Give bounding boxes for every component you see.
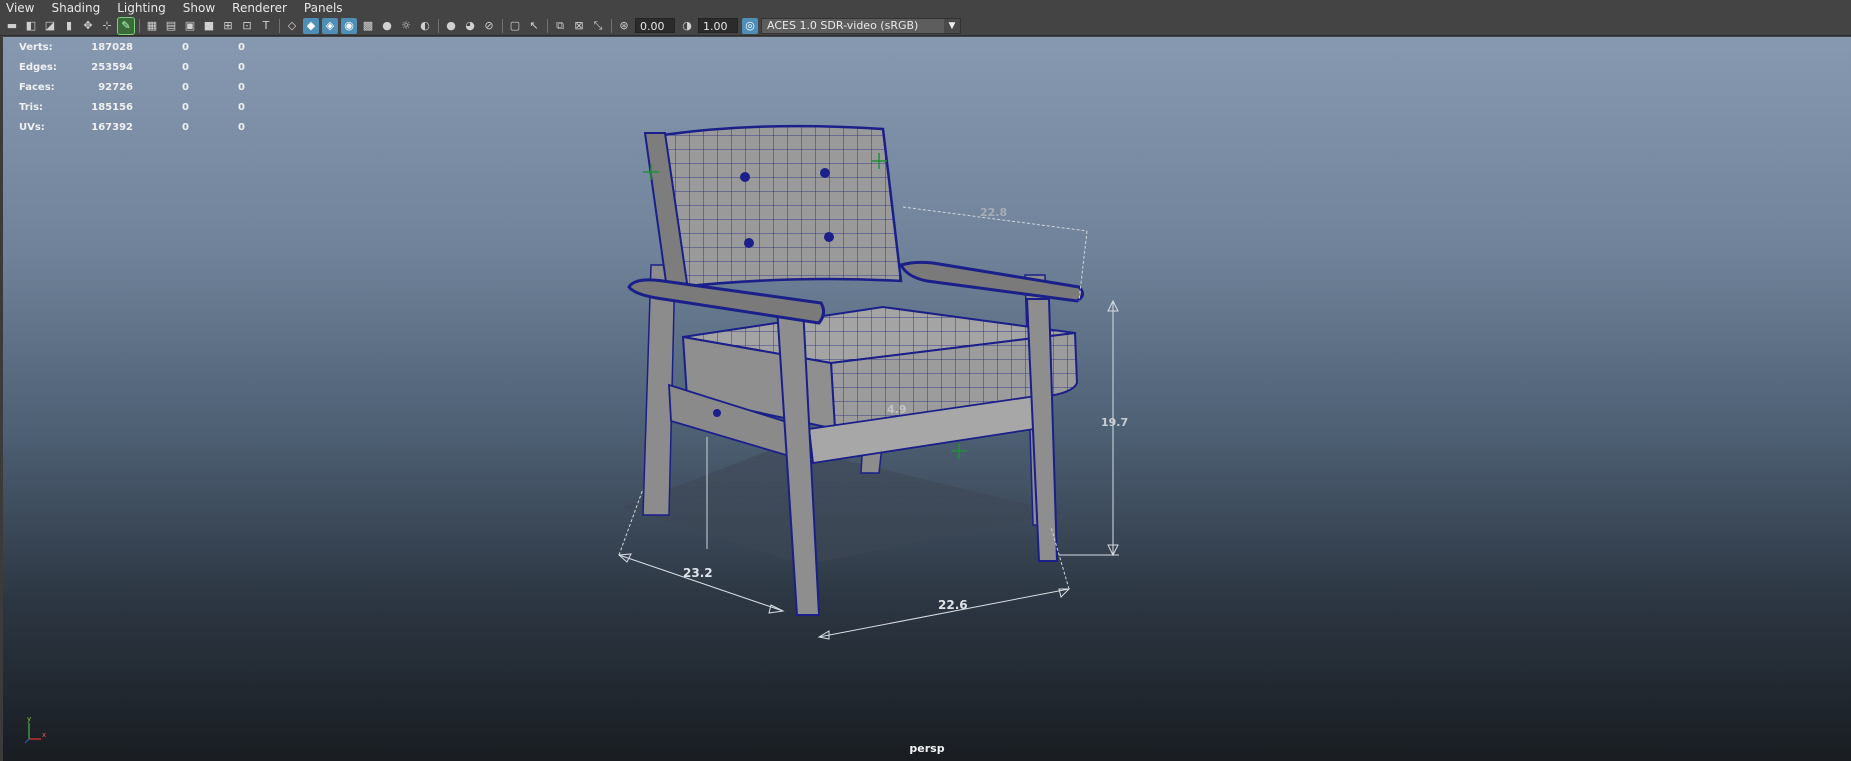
menu-renderer[interactable]: Renderer: [232, 0, 287, 16]
toolbar-separator: [139, 18, 140, 33]
menu-panels[interactable]: Panels: [304, 0, 343, 16]
color-management-icon[interactable]: ◎: [742, 17, 758, 34]
view-transform-value: ACES 1.0 SDR-video (sRGB): [767, 18, 919, 32]
safe-action-icon[interactable]: ⊡: [239, 18, 255, 34]
field-chart-icon[interactable]: ⊞: [220, 18, 236, 34]
floor-grid-lines: [623, 445, 1063, 565]
image-plane-icon[interactable]: ▮: [61, 18, 77, 34]
dimension-label-height: 19.7: [1101, 416, 1128, 429]
gamma-icon[interactable]: ◑: [679, 18, 695, 34]
menu-show[interactable]: Show: [183, 0, 215, 16]
axis-y-label: y: [27, 715, 31, 723]
toolbar-separator: [547, 18, 548, 33]
tuft-button: [820, 168, 830, 178]
camera-name-label: persp: [909, 742, 945, 755]
view-transform-dropdown[interactable]: ACES 1.0 SDR-video (sRGB) ▼: [761, 17, 961, 34]
camera-attributes-icon[interactable]: ◧: [23, 18, 39, 34]
grease-pencil-icon[interactable]: ⊹: [99, 18, 115, 34]
bookmark-icon[interactable]: ◪: [42, 18, 58, 34]
armchair-model[interactable]: 23.2 22.6 19.7 22.8 4.9: [3, 37, 1851, 761]
tuft-button: [824, 232, 834, 242]
tuft-button: [740, 172, 750, 182]
dimension-width-front: [817, 588, 1071, 640]
grease-pencil-active-icon[interactable]: ✎: [117, 16, 135, 35]
depth-of-field-icon[interactable]: ⊘: [481, 18, 497, 34]
chair-armrest-right: [898, 260, 1084, 303]
axis-x-label: x: [42, 731, 46, 739]
motion-blur-icon[interactable]: ●: [443, 18, 459, 34]
panel-menubar: View Shading Lighting Show Renderer Pane…: [0, 0, 1851, 16]
safe-title-icon[interactable]: T: [258, 18, 274, 34]
xray-joints-icon[interactable]: ↖: [526, 18, 542, 34]
wireframe-icon[interactable]: ◇: [284, 18, 300, 34]
menu-view[interactable]: View: [6, 0, 34, 16]
screen-space-ao-icon[interactable]: ◐: [417, 18, 433, 34]
wireframe-on-shaded-icon[interactable]: ◈: [322, 17, 338, 34]
smooth-shade-icon[interactable]: ◆: [303, 17, 319, 34]
xray-active-components-icon[interactable]: ⧉: [552, 18, 568, 34]
isolate-select-icon[interactable]: ▢: [507, 18, 523, 34]
toolbar-separator: [438, 18, 439, 33]
menu-lighting[interactable]: Lighting: [117, 0, 166, 16]
xray-icon[interactable]: ◉: [341, 17, 357, 34]
exposure-icon[interactable]: ⊛: [616, 18, 632, 34]
toolbar-separator: [611, 18, 612, 33]
pivot-marker[interactable]: [951, 443, 967, 459]
menu-shading[interactable]: Shading: [51, 0, 100, 16]
dimension-outline: [618, 488, 644, 556]
dimension-label-width-front: 22.6: [938, 598, 968, 612]
resize-gate-icon[interactable]: ⊠: [571, 18, 587, 34]
toolbar-separator: [502, 18, 503, 33]
dimension-width-left: [617, 553, 785, 614]
screw-detail: [713, 409, 721, 417]
resolution-gate-icon[interactable]: ▣: [182, 18, 198, 34]
exposure-field[interactable]: 0.00: [635, 18, 675, 33]
select-camera-icon[interactable]: ▬: [4, 18, 20, 34]
persp-viewport[interactable]: Verts: 187028 0 0 Edges: 253594 0 0 Face…: [3, 37, 1851, 761]
chair-backrest-mesh: [663, 126, 901, 287]
gamma-field[interactable]: 1.00: [698, 18, 738, 33]
tuft-button: [744, 238, 754, 248]
fit-icon[interactable]: ⤡: [590, 18, 606, 34]
dimension-label-back-depth: 22.8: [980, 206, 1007, 219]
panel-toolbar: ▬ ◧ ◪ ▮ ✥ ⊹ ✎ ▦ ▤ ▣ ■ ⊞ ⊡ T ◇ ◆ ◈ ◉ ▩ ● …: [0, 16, 1851, 36]
gate-mask-icon[interactable]: ■: [201, 18, 217, 34]
dimension-label-seat-thickness: 4.9: [887, 403, 907, 416]
film-gate-icon[interactable]: ▤: [163, 18, 179, 34]
textured-icon[interactable]: ▩: [360, 18, 376, 34]
anti-aliasing-icon[interactable]: ◕: [462, 18, 478, 34]
view-axis-gizmo: y x: [24, 715, 46, 744]
grid-icon[interactable]: ▦: [144, 18, 160, 34]
chevron-down-icon[interactable]: ▼: [944, 18, 960, 33]
shadows-icon[interactable]: ☼: [398, 18, 414, 34]
use-all-lights-icon[interactable]: ●: [379, 18, 395, 34]
toolbar-separator: [279, 18, 280, 33]
2d-pan-zoom-icon[interactable]: ✥: [80, 18, 96, 34]
dimension-label-width-left: 23.2: [683, 566, 713, 580]
